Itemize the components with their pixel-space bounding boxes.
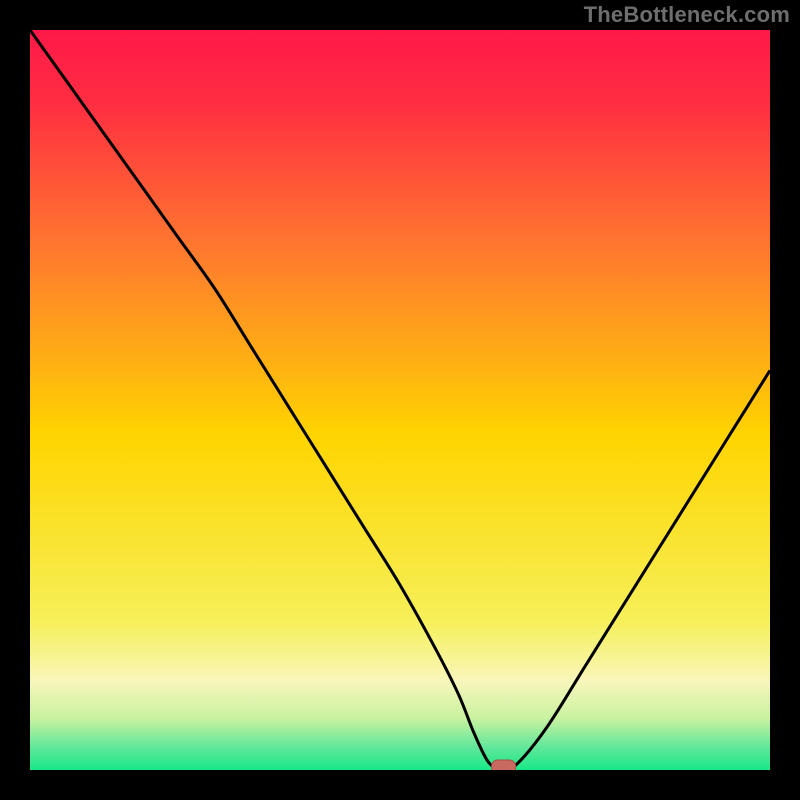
chart-plot-area — [30, 30, 770, 770]
chart-svg — [30, 30, 770, 770]
gradient-background — [30, 30, 770, 770]
watermark-text: TheBottleneck.com — [584, 2, 790, 28]
chart-frame: TheBottleneck.com — [0, 0, 800, 800]
optimal-point-marker — [492, 760, 516, 770]
